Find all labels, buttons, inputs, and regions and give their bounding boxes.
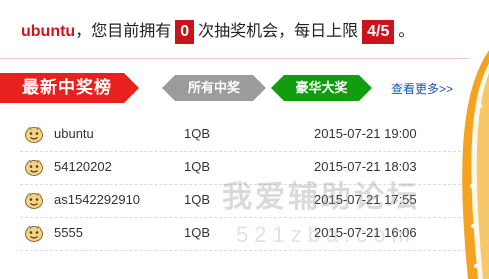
watermark-url: 521zba.com	[236, 222, 416, 247]
chance-text-end: 。	[398, 23, 415, 40]
chance-count-badge: 0	[175, 20, 195, 44]
latest-winners-title: 最新中奖榜	[22, 78, 112, 97]
divider	[0, 58, 470, 59]
winner-name: as1542292910	[54, 192, 141, 207]
winner-name: 5555	[54, 225, 83, 240]
smiley-face-icon	[25, 192, 43, 209]
winner-name: ubuntu	[54, 126, 94, 141]
tab-all-winners[interactable]: 所有中奖	[162, 75, 266, 101]
list-item: ubuntu 1QB 2015-07-21 19:00	[20, 119, 466, 152]
smiley-face-icon	[25, 159, 43, 176]
daily-limit-badge: 4/5	[362, 20, 395, 44]
smiley-face-icon	[25, 126, 43, 143]
view-more-link[interactable]: 查看更多>>	[391, 80, 453, 97]
chance-info: ubuntu，您目前拥有 0 次抽奖机会，每日上限 4/5。	[21, 20, 414, 44]
chance-text-before: ，您目前拥有	[75, 23, 172, 40]
lottery-wheel-edge	[462, 50, 489, 279]
lottery-panel: ubuntu，您目前拥有 0 次抽奖机会，每日上限 4/5。 最新中奖榜 所有中奖 豪…	[0, 0, 489, 279]
tab-luxury-prize[interactable]: 豪华大奖	[271, 75, 372, 101]
watermark-title: 我爱辅助论坛	[222, 181, 420, 214]
tab-luxury-prize-label: 豪华大奖	[284, 75, 359, 101]
winner-prize: 1QB	[184, 126, 211, 141]
winner-prize: 1QB	[184, 225, 211, 240]
username: ubuntu	[21, 23, 76, 40]
latest-winners-banner: 最新中奖榜	[0, 73, 139, 103]
winner-name: 54120202	[54, 159, 112, 174]
smiley-face-icon	[25, 225, 43, 242]
chance-text-middle: 次抽奖机会，每日上限	[198, 23, 359, 40]
winner-prize: 1QB	[184, 159, 211, 174]
tab-all-winners-label: 所有中奖	[175, 75, 253, 101]
winner-time: 2015-07-21 19:00	[314, 126, 417, 141]
winner-prize: 1QB	[184, 192, 211, 207]
